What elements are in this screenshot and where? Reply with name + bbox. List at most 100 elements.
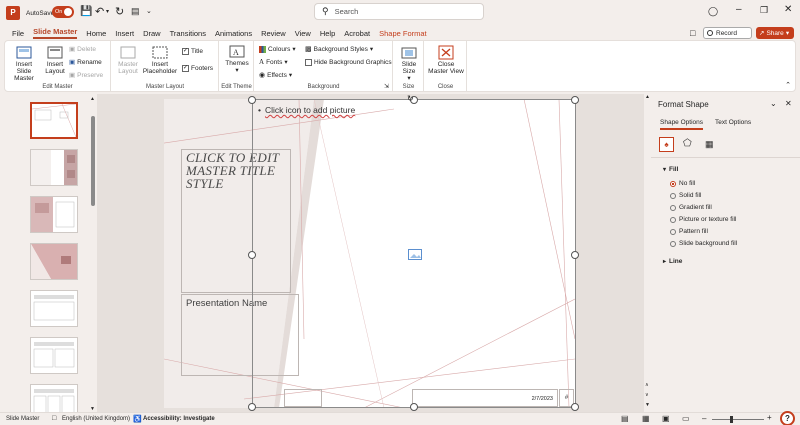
line-section-header[interactable]: ▸ Line [663, 258, 682, 265]
comments-icon[interactable]: □ [690, 28, 695, 38]
pane-options-dropdown-icon[interactable]: ⌄ [770, 99, 777, 108]
scroll-up-icon[interactable]: ▲ [645, 94, 650, 100]
preserve-button[interactable]: ▣ Preserve [69, 71, 103, 80]
undo-dropdown-icon[interactable]: ▾ [106, 8, 109, 15]
effects-pentagon-icon[interactable]: ⬠ [683, 138, 692, 149]
resize-handle[interactable] [571, 251, 579, 259]
tab-slide-master[interactable]: Slide Master [33, 27, 78, 39]
next-slide-icon[interactable]: ∨ [645, 392, 649, 398]
colours-button[interactable]: Colours ▾ [259, 45, 296, 53]
fill-option-no-fill[interactable]: No fill [670, 180, 695, 187]
fill-line-tab[interactable]: ♠ [659, 137, 674, 152]
fill-section-header[interactable]: ▾ Fill [663, 166, 678, 173]
tab-shape-options[interactable]: Shape Options [660, 119, 704, 130]
tab-shape-format[interactable]: Shape Format [379, 29, 427, 38]
redo-icon[interactable]: ↻ [115, 5, 124, 18]
minimize-icon[interactable]: – [736, 4, 742, 15]
fonts-button[interactable]: A Fonts ▾ [259, 58, 288, 66]
slideshow-icon[interactable]: ▭ [682, 414, 690, 423]
tab-review[interactable]: Review [261, 29, 286, 38]
rename-button[interactable]: ▣ Rename [69, 58, 102, 67]
share-button[interactable]: ↗ Share ▾ [756, 27, 794, 39]
resize-handle[interactable] [248, 403, 256, 411]
tab-text-options[interactable]: Text Options [715, 119, 751, 126]
scroll-down-icon[interactable]: ▼ [645, 402, 650, 408]
tab-transitions[interactable]: Transitions [170, 29, 206, 38]
thumbnail-master[interactable] [30, 102, 78, 139]
tab-insert[interactable]: Insert [115, 29, 134, 38]
resize-handle[interactable] [248, 251, 256, 259]
tab-animations[interactable]: Animations [215, 29, 252, 38]
fill-option-slide-background[interactable]: Slide background fill [670, 240, 737, 247]
thumbnail-layout-3[interactable] [30, 243, 78, 280]
zoom-slider[interactable] [712, 416, 764, 423]
fill-option-solid[interactable]: Solid fill [670, 192, 701, 199]
collapse-ribbon-icon[interactable]: ⌃ [785, 81, 791, 89]
footer-placeholder[interactable] [284, 389, 322, 407]
autosave-toggle[interactable]: On [52, 6, 74, 18]
scroll-up-icon[interactable]: ▲ [90, 96, 95, 102]
thumbnail-scrollbar[interactable]: ▲ ▼ [89, 96, 97, 412]
slide-sorter-icon[interactable]: ▦ [642, 414, 650, 423]
present-icon[interactable]: ▤ [131, 6, 140, 17]
thumbnail-layout-4[interactable] [30, 290, 78, 327]
resize-handle[interactable] [248, 96, 256, 104]
footers-checkbox[interactable]: ✓ Footers [182, 65, 213, 72]
size-properties-icon[interactable]: ▦ [705, 139, 714, 150]
close-window-icon[interactable]: ✕ [784, 4, 792, 15]
normal-view-icon[interactable]: ▤ [621, 414, 629, 423]
tab-view[interactable]: View [295, 29, 311, 38]
close-master-view-button[interactable]: Close Master View [427, 45, 465, 75]
resize-handle[interactable] [571, 96, 579, 104]
thumbnail-layout-6[interactable] [30, 384, 78, 412]
fill-option-pattern[interactable]: Pattern fill [670, 228, 708, 235]
delete-button[interactable]: ▣ Delete [69, 45, 96, 54]
save-icon[interactable]: 💾 [80, 6, 92, 17]
date-placeholder[interactable]: 2/7/2023 [412, 389, 558, 407]
tab-home[interactable]: Home [86, 29, 106, 38]
restore-icon[interactable]: ❐ [760, 5, 768, 16]
slide-size-button[interactable]: Slide Size ▾ [396, 46, 422, 82]
master-layout-button[interactable]: Master Layout [115, 46, 141, 75]
insert-slide-master-button[interactable]: Insert Slide Master [8, 46, 40, 82]
search-box[interactable]: ⚲ Search [314, 3, 484, 20]
fill-option-gradient[interactable]: Gradient fill [670, 204, 712, 211]
insert-layout-button[interactable]: Insert Layout [43, 46, 67, 75]
status-language[interactable]: English (United Kingdom) [62, 416, 130, 422]
fill-option-picture[interactable]: Picture or texture fill [670, 216, 736, 223]
thumbnail-layout-2[interactable] [30, 196, 78, 233]
rotate-handle-icon[interactable]: ↻ [407, 94, 414, 103]
resize-handle[interactable] [410, 403, 418, 411]
slide-canvas[interactable]: CLICK TO EDIT MASTER TITLE STYLE Present… [164, 96, 579, 411]
resize-handle[interactable] [571, 403, 579, 411]
themes-button[interactable]: A Themes ▾ [223, 45, 251, 74]
status-accessibility[interactable]: Accessibility: Investigate [143, 416, 215, 422]
help-icon[interactable]: ? [780, 411, 795, 425]
main-vertical-scrollbar[interactable]: ▲ ∧ ∨ ▼ [644, 94, 651, 412]
zoom-slider-thumb[interactable] [730, 416, 733, 423]
thumbnail-layout-5[interactable] [30, 337, 78, 374]
effects-button[interactable]: ◉ Effects ▾ [259, 71, 292, 80]
background-dialog-launcher-icon[interactable]: ⇲ [384, 83, 389, 90]
tab-file[interactable]: File [12, 29, 24, 38]
tab-help[interactable]: Help [320, 29, 335, 38]
hide-background-checkbox[interactable]: Hide Background Graphics [305, 59, 392, 66]
reading-view-icon[interactable]: ▣ [662, 414, 670, 423]
tab-draw[interactable]: Draw [143, 29, 161, 38]
date-text: 2/7/2023 [531, 396, 553, 402]
zoom-out-icon[interactable]: – [702, 414, 706, 423]
thumbnail-layout-1[interactable] [30, 149, 78, 186]
tab-acrobat[interactable]: Acrobat [344, 29, 370, 38]
insert-picture-icon[interactable] [408, 249, 422, 260]
title-checkbox[interactable]: ✓ Title [182, 48, 203, 55]
undo-icon[interactable]: ↶ [95, 5, 104, 18]
background-styles-button[interactable]: ▩ Background Styles ▾ [305, 45, 373, 54]
prev-slide-icon[interactable]: ∧ [645, 382, 649, 388]
insert-placeholder-button[interactable]: Insert Placeholder [142, 46, 178, 75]
customize-toolbar-icon[interactable]: ⌄ [146, 7, 152, 15]
scroll-thumb[interactable] [91, 116, 95, 206]
lightbulb-icon[interactable]: ◯ [708, 6, 718, 17]
record-button[interactable]: Record [703, 27, 752, 39]
close-pane-icon[interactable]: ✕ [785, 99, 792, 108]
zoom-in-icon[interactable]: + [767, 413, 772, 422]
